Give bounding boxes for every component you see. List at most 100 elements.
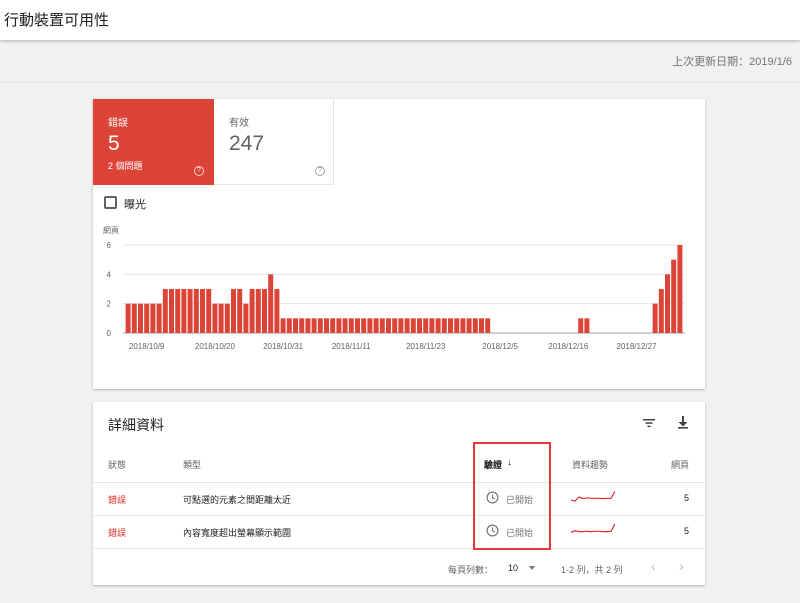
- impressions-checkbox[interactable]: [104, 196, 117, 209]
- chart-bar: [392, 318, 398, 333]
- top-app-bar: 行動裝置可用性: [0, 0, 800, 40]
- divider: [93, 515, 705, 516]
- chart-bar: [361, 318, 367, 333]
- valid-count: 247: [229, 132, 265, 155]
- sparkline-path: [571, 491, 615, 502]
- column-header-type[interactable]: 類型: [183, 458, 201, 471]
- chart-bar: [218, 303, 224, 333]
- chart-bar: [652, 303, 658, 333]
- chart-bar: [255, 289, 261, 333]
- chart-bar: [317, 318, 323, 333]
- chart-bar: [386, 318, 391, 333]
- chart-bar: [448, 318, 453, 333]
- row-status: 錯誤: [108, 495, 127, 505]
- divider: [93, 482, 705, 483]
- chart-bar: [348, 318, 354, 333]
- column-header-trend[interactable]: 資料趨勢: [572, 458, 608, 471]
- rows-per-page-select[interactable]: 10: [508, 563, 518, 573]
- chart-y-tick-label: 2: [107, 300, 112, 309]
- chart-bar: [379, 318, 385, 333]
- chart-x-tick-label: 2018/10/20: [195, 342, 236, 351]
- chart-bar: [268, 274, 274, 333]
- validation-column-highlight: [473, 442, 551, 550]
- summary-card: 錯誤 5 2 個問題 ? 有效 247 ? 曝光 網頁 0 2 4 6 2018/10/9…: [93, 99, 705, 389]
- error-tile-label: 錯誤: [108, 118, 128, 129]
- pagination-range: 1-2 列，共 2 列: [561, 565, 623, 575]
- chart-bar: [274, 289, 280, 333]
- chart-bar: [187, 289, 193, 333]
- chart-bar: [224, 303, 230, 333]
- chart-y-tick-label: 0: [107, 329, 112, 338]
- chart-bar: [311, 318, 317, 333]
- chart-bar: [305, 318, 311, 333]
- chart-bar: [466, 318, 472, 333]
- chart-x-tick-label: 2018/12/27: [616, 342, 657, 351]
- chart-bar: [293, 318, 298, 333]
- chart-y-tick-label: 4: [107, 270, 112, 279]
- chart-bar: [460, 318, 466, 333]
- next-page-icon[interactable]: ›: [679, 558, 684, 574]
- row-status: 錯誤: [108, 528, 127, 538]
- chart-bar: [665, 274, 670, 333]
- chart-bar: [286, 318, 292, 333]
- details-card: 詳細資料 狀態 類型 驗證 ↓ 資料趨勢 網頁 錯誤 可點選的元素之間距離太近 …: [93, 402, 705, 585]
- chart-bar: [485, 318, 491, 333]
- column-header-pages[interactable]: 網頁: [671, 458, 689, 471]
- rows-per-page-label: 每頁列數：: [448, 565, 494, 575]
- divider: [0, 82, 800, 83]
- error-issues-count: 2 個問題: [108, 161, 143, 171]
- chart-x-tick-label: 2018/12/5: [482, 342, 518, 351]
- prev-page-icon[interactable]: ‹: [651, 558, 656, 574]
- row-pages: 5: [683, 526, 689, 536]
- row-trend-sparkline: [571, 491, 615, 502]
- chart-bar: [355, 318, 360, 333]
- filter-icon[interactable]: [641, 415, 657, 431]
- chart-bar: [175, 289, 181, 333]
- valid-tile-label: 有效: [229, 118, 249, 129]
- download-icon[interactable]: [675, 414, 691, 430]
- chart-bar: [410, 318, 416, 333]
- chart-bar: [441, 318, 447, 333]
- chart-bar: [479, 318, 484, 333]
- chart-bar: [417, 318, 422, 333]
- chart-x-tick-label: 2018/12/16: [548, 342, 589, 351]
- chart-bar: [584, 318, 590, 333]
- chart-bar: [212, 303, 218, 333]
- chart-bar: [671, 259, 677, 333]
- help-icon[interactable]: ?: [194, 166, 204, 176]
- help-icon[interactable]: ?: [315, 166, 325, 176]
- chart-bar: [249, 289, 255, 333]
- chart-bar: [299, 318, 305, 333]
- chart-bar: [243, 303, 249, 333]
- chart-bar: [658, 289, 664, 333]
- chart-x-tick-label: 2018/10/9: [129, 342, 165, 351]
- chart-bar: [193, 289, 199, 333]
- chevron-down-icon[interactable]: [529, 566, 535, 570]
- chart-bar: [262, 289, 267, 333]
- chart-bar: [181, 289, 187, 333]
- chart-bar: [125, 303, 131, 333]
- error-tile[interactable]: 錯誤 5 2 個問題 ?: [93, 99, 214, 185]
- chart-bar: [138, 303, 143, 333]
- last-updated-text: 上次更新日期：2019/1/6: [672, 56, 792, 68]
- chart-bar: [237, 289, 243, 333]
- chart-bar: [677, 245, 683, 333]
- impressions-checkbox-label: 曝光: [124, 199, 146, 211]
- chart-x-tick-label: 2018/10/31: [263, 342, 304, 351]
- details-title: 詳細資料: [108, 417, 164, 433]
- column-header-status[interactable]: 狀態: [108, 458, 126, 471]
- row-type: 內容寬度超出螢幕顯示範圍: [183, 528, 292, 538]
- chart-bar: [131, 303, 137, 333]
- chart-bar: [169, 289, 174, 333]
- error-count: 5: [108, 132, 120, 155]
- row-type: 可點選的元素之間距離太近: [183, 495, 292, 505]
- chart-bar: [423, 318, 429, 333]
- chart-bar: [150, 303, 156, 333]
- chart-bar: [429, 318, 435, 333]
- valid-tile[interactable]: 有效 247 ?: [214, 99, 334, 185]
- chart-bar: [231, 289, 236, 333]
- chart-bar: [373, 318, 379, 333]
- chart-bar: [206, 289, 212, 333]
- chart-bar: [156, 303, 162, 333]
- chart-bar: [144, 303, 150, 333]
